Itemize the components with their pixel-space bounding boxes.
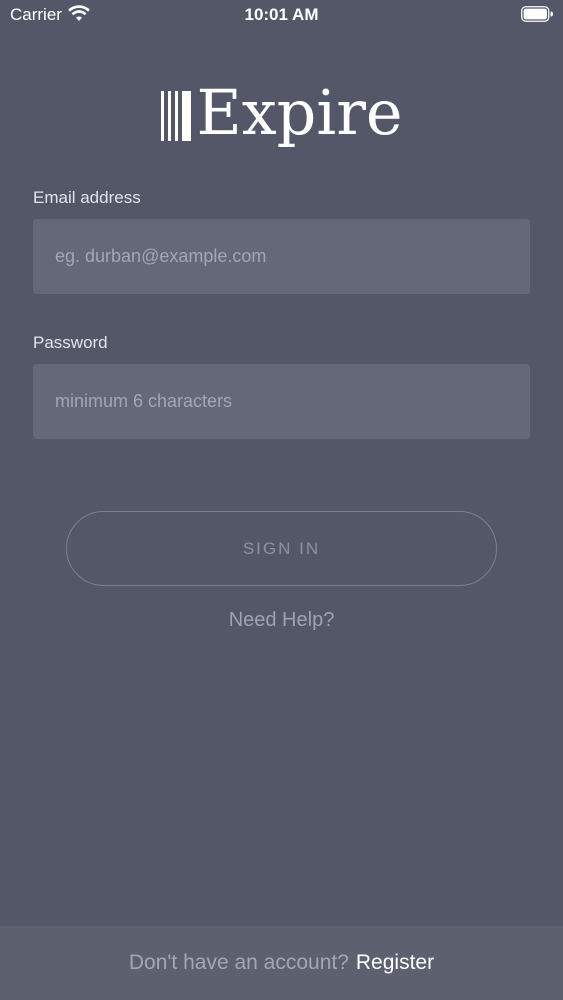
- password-field[interactable]: [55, 391, 508, 412]
- email-field[interactable]: [55, 246, 508, 267]
- sign-in-button[interactable]: SIGN IN: [66, 511, 497, 586]
- battery-icon: [521, 6, 553, 22]
- password-label: Password: [33, 333, 108, 352]
- register-link[interactable]: Register: [356, 951, 434, 975]
- email-field-container[interactable]: [33, 219, 530, 294]
- email-label: Email address: [33, 188, 141, 207]
- status-bar: Carrier 10:01 AM: [0, 0, 563, 30]
- status-time: 10:01 AM: [244, 5, 319, 24]
- register-bar: Don't have an account? Register: [0, 926, 563, 1000]
- logo-text: Expire: [196, 76, 403, 149]
- barcode-lines-icon: [161, 91, 192, 141]
- password-field-container[interactable]: [33, 364, 530, 439]
- app-logo: Expire: [0, 78, 563, 148]
- register-prompt: Don't have an account?: [128, 951, 349, 974]
- need-help-link[interactable]: Need Help?: [0, 609, 563, 632]
